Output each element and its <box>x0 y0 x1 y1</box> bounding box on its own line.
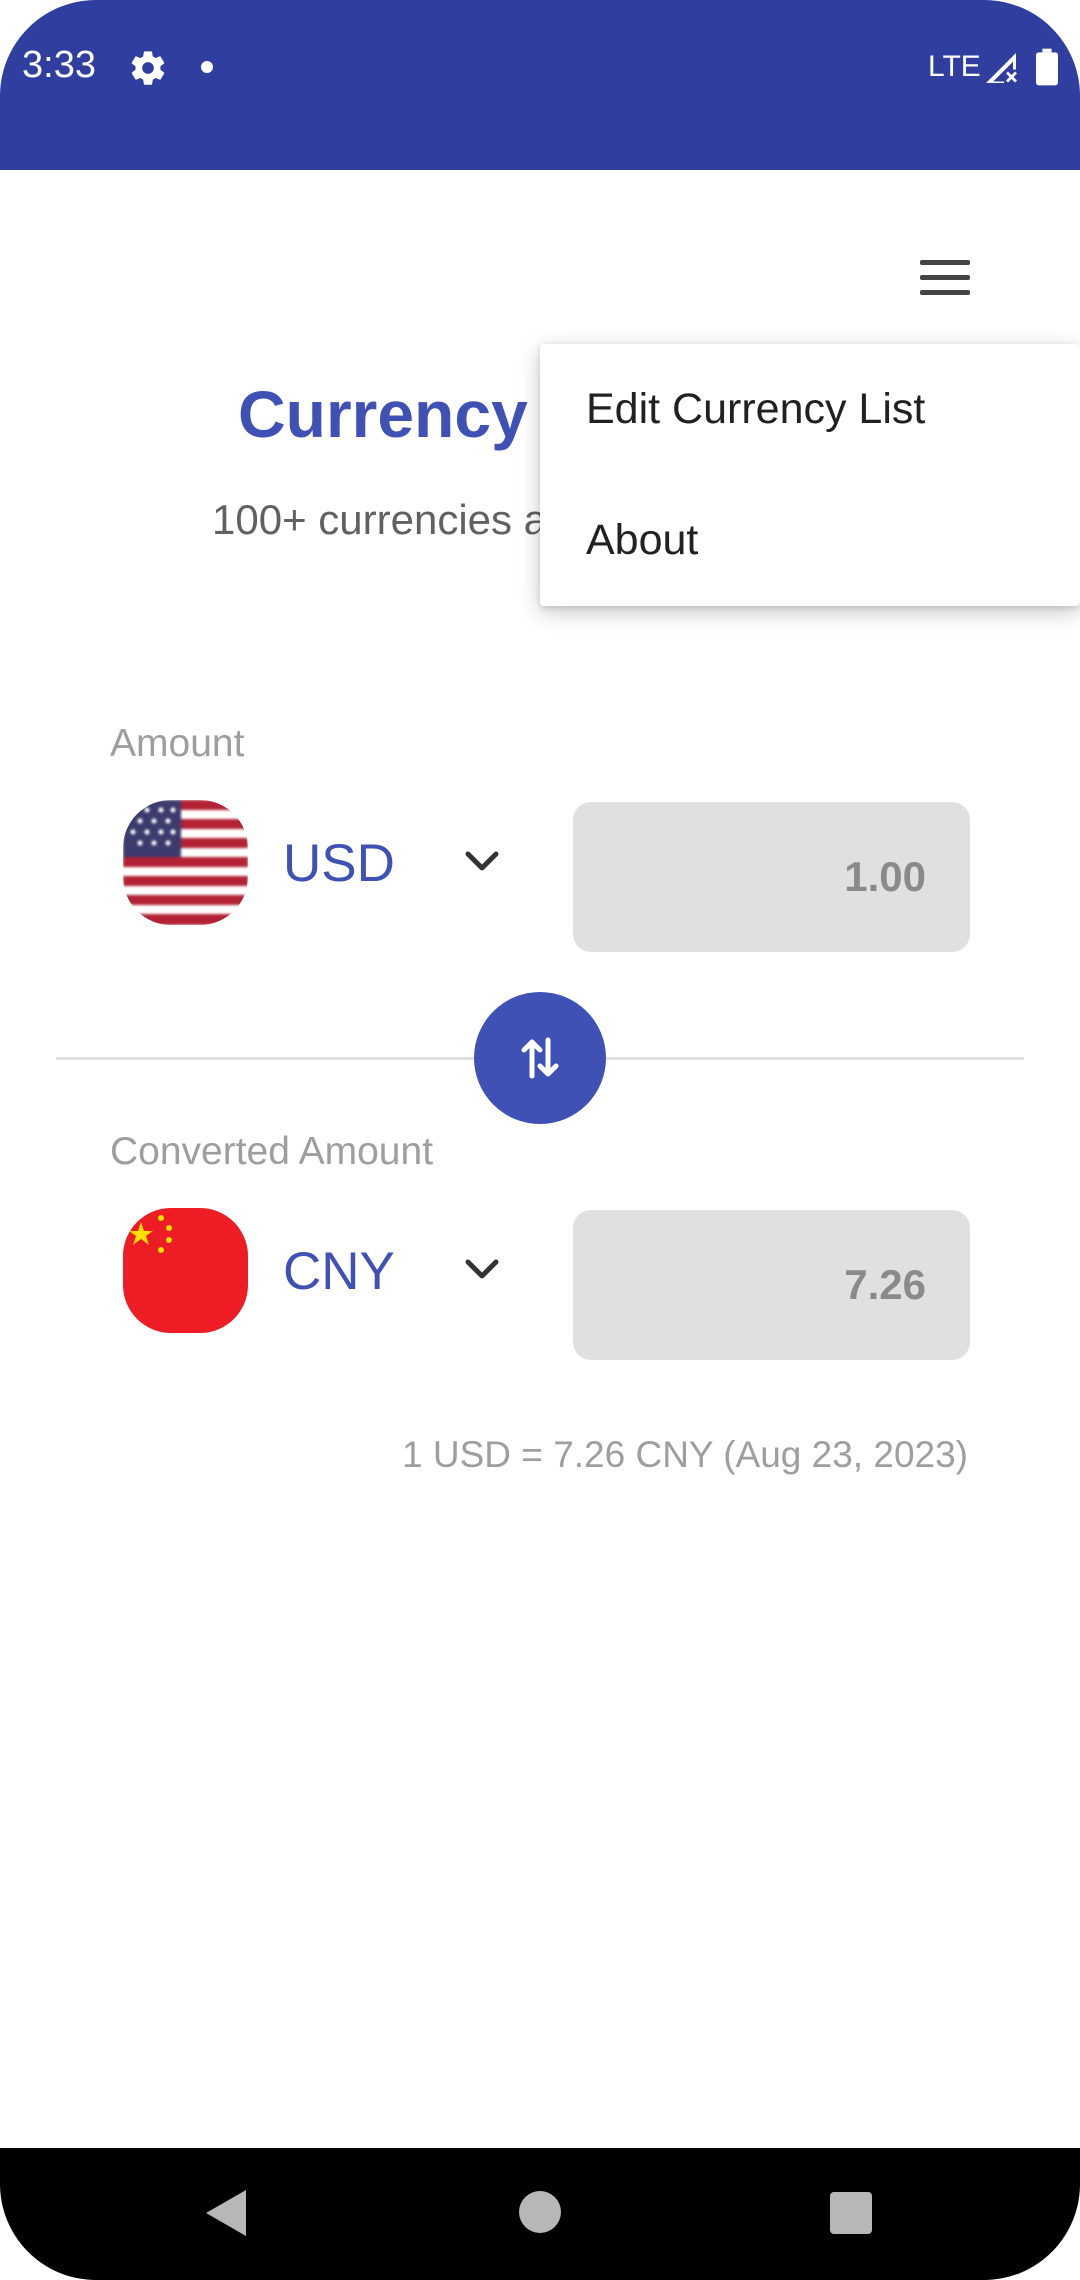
back-icon[interactable] <box>204 2188 248 2238</box>
cn-flag-icon[interactable] <box>123 1208 248 1333</box>
home-icon[interactable] <box>519 2191 561 2233</box>
converted-amount-field: 7.26 <box>573 1210 970 1360</box>
recents-icon[interactable] <box>830 2192 872 2234</box>
overflow-menu: Edit Currency List About <box>540 344 1080 606</box>
from-currency-code[interactable]: USD <box>283 833 395 894</box>
to-currency-code[interactable]: CNY <box>283 1241 395 1302</box>
chevron-down-icon[interactable] <box>462 1256 502 1284</box>
converted-amount-label: Converted Amount <box>110 1130 434 1173</box>
menu-button[interactable] <box>906 246 984 308</box>
swap-button[interactable] <box>474 992 606 1124</box>
status-bar: 3:33 LTE <box>0 0 1080 170</box>
menu-item-edit-currency-list[interactable]: Edit Currency List <box>540 344 1080 475</box>
hamburger-menu-icon <box>920 260 970 265</box>
network-type: LTE <box>928 50 981 83</box>
navigation-bar <box>0 2148 1080 2280</box>
amount-label: Amount <box>110 722 245 765</box>
status-time: 3:33 <box>22 44 96 86</box>
menu-item-about[interactable]: About <box>540 475 1080 606</box>
signal-icon <box>986 53 1017 83</box>
us-flag-icon[interactable] <box>123 800 248 925</box>
notification-dot-icon <box>201 61 213 73</box>
app-subtitle: 100+ currencies a <box>212 496 548 543</box>
swap-arrows-icon <box>521 1037 559 1079</box>
exchange-rate-text: 1 USD = 7.26 CNY (Aug 23, 2023) <box>402 1434 968 1475</box>
chevron-down-icon[interactable] <box>462 848 502 876</box>
gear-icon <box>131 51 165 85</box>
amount-input[interactable]: 1.00 <box>573 802 970 952</box>
battery-icon <box>1036 48 1058 86</box>
phone-screen: 3:33 LTE Currency C 100+ currencies a Ed… <box>0 0 1080 2280</box>
